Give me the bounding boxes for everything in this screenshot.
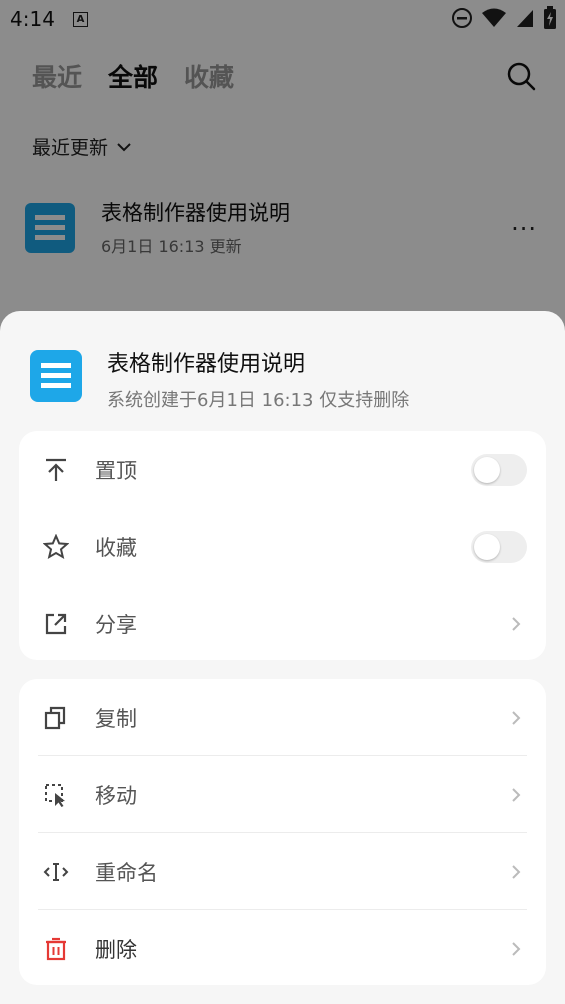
share-row[interactable]: 分享 (19, 585, 546, 662)
favorite-toggle[interactable] (471, 530, 527, 563)
share-label: 分享 (95, 612, 137, 637)
chevron-right-icon (512, 941, 521, 956)
copy-icon (44, 706, 66, 729)
delete-label: 删除 (95, 937, 137, 962)
bottom-sheet: 表格制作器使用说明 系统创建于6月1日 16:13 仅支持删除 置顶 收藏 分享… (0, 311, 565, 1004)
share-icon (45, 613, 67, 634)
move-row[interactable]: 移动 (19, 756, 546, 833)
delete-row[interactable]: 删除 (19, 910, 546, 987)
move-icon (45, 783, 65, 807)
sheet-title: 表格制作器使用说明 (107, 352, 306, 377)
screen: 4:14 A 最近 全部 收藏 最近更新 表格制作器使用说明 6月1日 16:1… (0, 0, 565, 1004)
favorite-row[interactable]: 收藏 (19, 508, 546, 585)
copy-row[interactable]: 复制 (19, 679, 546, 756)
pin-top-icon (46, 458, 66, 481)
options-card-secondary: 复制 移动 重命名 删除 (19, 679, 546, 985)
trash-icon (46, 937, 66, 960)
spreadsheet-file-icon (30, 350, 82, 402)
rename-label: 重命名 (95, 860, 158, 885)
rename-icon (43, 862, 69, 881)
star-icon (43, 533, 69, 559)
chevron-right-icon (512, 787, 521, 802)
toggle-knob (474, 456, 500, 483)
pin-top-row[interactable]: 置顶 (19, 431, 546, 508)
chevron-right-icon (512, 710, 521, 725)
pin-top-label: 置顶 (95, 458, 137, 483)
toggle-knob (474, 533, 500, 560)
move-label: 移动 (95, 783, 137, 808)
sheet-subtitle: 系统创建于6月1日 16:13 仅支持删除 (107, 390, 410, 411)
favorite-label: 收藏 (95, 535, 137, 560)
options-card-primary: 置顶 收藏 分享 (19, 431, 546, 660)
chevron-right-icon (512, 616, 521, 631)
copy-label: 复制 (95, 706, 137, 731)
pin-top-toggle[interactable] (471, 453, 527, 486)
chevron-right-icon (512, 864, 521, 879)
rename-row[interactable]: 重命名 (19, 833, 546, 910)
sheet-header: 表格制作器使用说明 系统创建于6月1日 16:13 仅支持删除 (30, 346, 550, 416)
